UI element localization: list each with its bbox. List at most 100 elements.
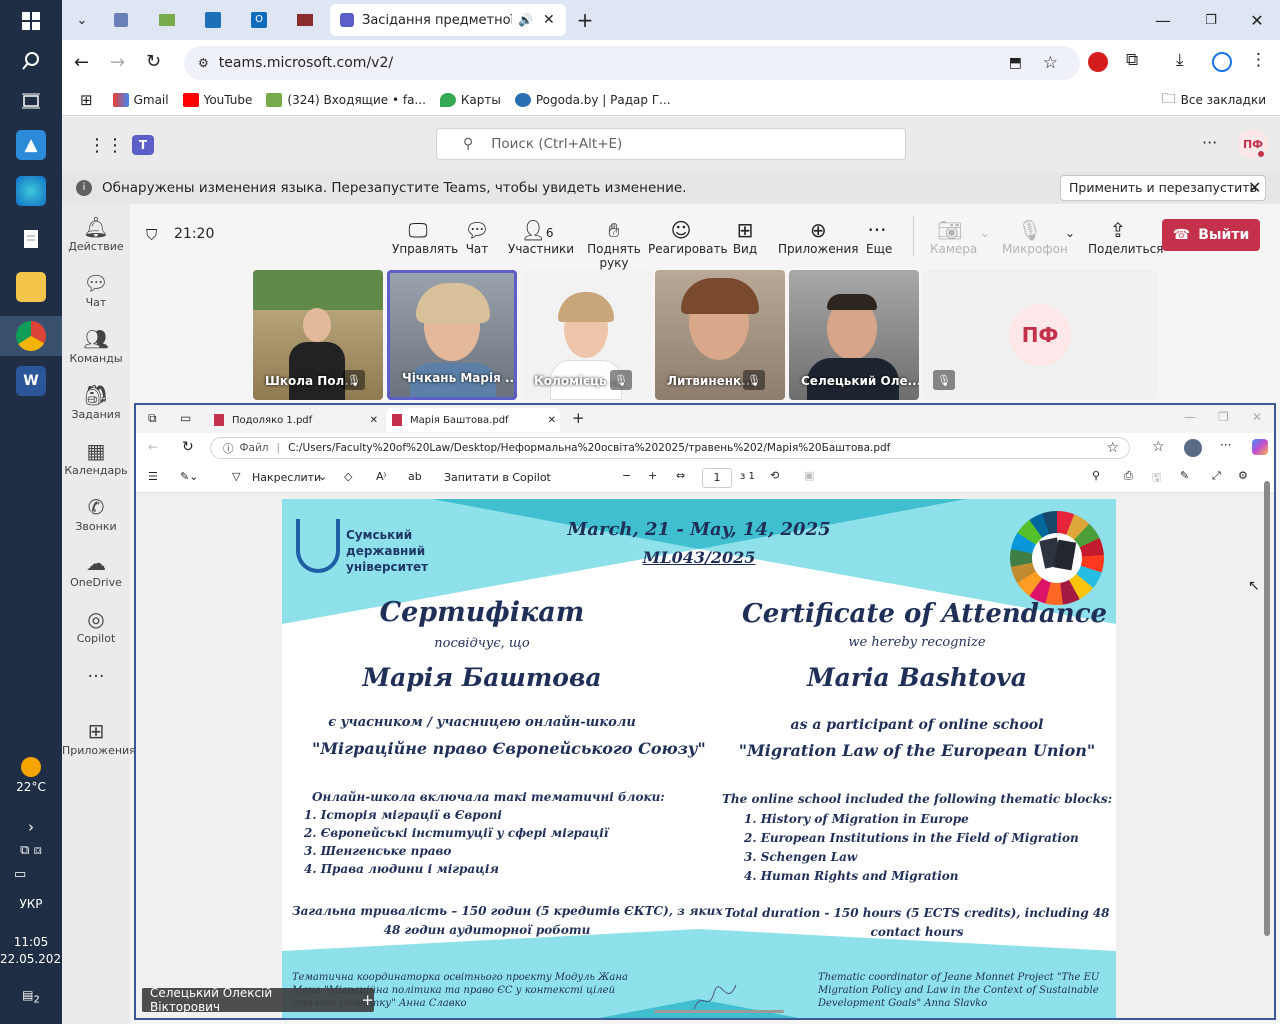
new-tab-button[interactable]: + <box>572 4 598 36</box>
extensions-puzzle-icon[interactable]: ⧉ <box>1126 50 1138 70</box>
bookmark-star-icon[interactable]: ☆ <box>1043 53 1058 73</box>
draw-icon[interactable]: ▽ <box>232 470 240 483</box>
pinned-tab-university-icon[interactable] <box>200 4 226 36</box>
react-button[interactable]: ☺ Реагировать <box>648 218 728 256</box>
rail-item-chat[interactable]: 💬︎ Чат <box>62 270 130 309</box>
manage-button[interactable]: 🖵︎ Управлять <box>392 218 458 256</box>
reload-icon[interactable]: ↻ <box>182 439 194 455</box>
reload-icon[interactable]: ↻ <box>146 51 161 72</box>
bookmark-pogoda[interactable]: Pogoda.by | Радар Г... <box>514 92 671 107</box>
apps-grid-icon[interactable]: ⊞ <box>80 91 93 109</box>
bookmark-maps[interactable]: Карты <box>439 92 501 107</box>
fullscreen-icon[interactable]: ⤢ <box>1212 469 1221 483</box>
rotate-icon[interactable]: ⟲ <box>770 469 779 482</box>
speaker-icon[interactable]: 🔊 <box>518 13 533 27</box>
chevron-right-icon[interactable]: › <box>0 818 62 836</box>
notepad-icon[interactable] <box>16 224 46 254</box>
rail-item-onedrive[interactable]: ☁︎ OneDrive <box>62 550 130 589</box>
settings-gear-icon[interactable]: ⚙ <box>1238 469 1248 482</box>
participant-tile[interactable]: Селецький Оле... <box>789 270 919 400</box>
rail-item-assignments[interactable]: 🎒︎ Задания <box>62 382 130 421</box>
tab-search-chevron-icon[interactable]: ⌄ <box>70 8 94 32</box>
task-view-icon[interactable] <box>16 86 46 116</box>
tab-pdf-podolyako[interactable]: Подоляко 1.pdf ✕ <box>208 408 382 432</box>
menu-kebab-icon[interactable]: ⋮ <box>1250 50 1267 70</box>
participant-tile[interactable]: ПФ 🎙︎ <box>923 270 1157 400</box>
mic-button[interactable]: 🎙︎ Микрофон <box>1002 218 1068 256</box>
read-aloud-icon[interactable]: A⁾ <box>376 470 386 483</box>
back-icon[interactable]: ← <box>74 52 89 73</box>
apps-button[interactable]: ⊕ Приложения <box>778 218 859 256</box>
edge-browser-icon[interactable] <box>16 176 46 206</box>
windows-start-icon[interactable] <box>16 6 46 36</box>
zoom-out-icon[interactable]: − <box>622 469 631 482</box>
close-window-button[interactable]: ✕ <box>1252 410 1262 424</box>
site-info-icon[interactable]: ⚙ <box>198 56 209 70</box>
tab-actions-icon[interactable]: ▭ <box>180 411 191 425</box>
page-number-input[interactable]: 1 <box>702 468 732 488</box>
more-button[interactable]: ··· Еще <box>866 218 892 256</box>
participant-tile-active-speaker[interactable]: Чічкань Марія ... <box>387 270 517 400</box>
minimize-button[interactable]: — <box>1184 410 1196 424</box>
horizontal-scrollbar[interactable] <box>654 1010 784 1013</box>
save-icon[interactable]: 🖫︎ <box>1152 469 1161 488</box>
participant-tile[interactable]: Литвиненк... 🎙︎ <box>655 270 785 400</box>
tab-pdf-bashtova[interactable]: Марія Баштова.pdf ✕ <box>386 408 560 432</box>
rail-item-calendar[interactable]: ▦ Календарь <box>62 438 130 477</box>
close-window-button[interactable]: ✕ <box>1244 4 1270 36</box>
pin-icon[interactable]: + <box>361 991 374 1009</box>
camera-chevron-down-icon[interactable]: ⌄ <box>980 226 990 240</box>
save-as-icon[interactable]: ✎ <box>1180 469 1189 482</box>
scrollbar-thumb[interactable] <box>1264 481 1270 936</box>
pinned-tab-mail-icon[interactable] <box>154 4 180 36</box>
zoom-in-icon[interactable]: + <box>648 469 657 482</box>
bookmark-star-icon[interactable]: ☆ <box>1106 440 1119 456</box>
chrome-icon[interactable] <box>16 321 46 351</box>
language-indicator[interactable]: УКР <box>0 897 62 911</box>
participants-button[interactable]: 👤︎6 Участники <box>508 218 574 256</box>
pinned-tab-icon[interactable] <box>108 4 134 36</box>
profile-icon[interactable] <box>1212 52 1232 72</box>
ask-copilot-button[interactable]: Запитати в Copilot <box>444 471 551 484</box>
highlight-icon[interactable]: ✎⌄ <box>180 470 198 483</box>
minimize-button[interactable]: — <box>1150 4 1176 36</box>
tab-teams-meeting[interactable]: Засідання предметної ком 🔊 ✕ <box>330 4 566 36</box>
rail-item-teams[interactable]: 👥︎ Команды <box>62 326 130 365</box>
rail-item-apps[interactable]: ⊞ Приложения <box>62 718 136 757</box>
draw-button[interactable]: Накреслити <box>252 471 321 484</box>
bookmark-youtube[interactable]: YouTube <box>182 92 252 107</box>
close-icon[interactable]: ✕ <box>1248 178 1261 197</box>
extension-red-icon[interactable] <box>1088 52 1108 72</box>
rail-item-activity[interactable]: 🔔︎ Действие <box>62 214 130 253</box>
workspaces-icon[interactable]: ⧉ <box>148 411 157 426</box>
eraser-icon[interactable]: ◇ <box>344 470 352 483</box>
draw-chevron-icon[interactable]: ⌄ <box>318 470 327 483</box>
favorites-icon[interactable]: ☆ <box>1152 439 1165 455</box>
photos-app-icon[interactable]: ▲ <box>16 130 46 160</box>
pinned-tab-outlook-icon[interactable]: O <box>246 4 272 36</box>
rail-more-icon[interactable]: ··· <box>62 666 130 687</box>
notification-icon[interactable]: ▤2 <box>0 988 62 1005</box>
forward-icon[interactable]: → <box>110 52 125 73</box>
restore-button[interactable]: ❐ <box>1218 410 1229 424</box>
word-icon[interactable]: W <box>16 366 46 396</box>
print-icon[interactable]: ⎙ <box>1124 469 1133 483</box>
fit-page-icon[interactable]: ⇔ <box>676 469 685 482</box>
pdf-address-bar[interactable]: ⓘ Файл | C:/Users/Faculty%20of%20Law/Des… <box>210 437 1130 459</box>
tray-icons[interactable]: ⧉ ⧈ <box>0 843 62 858</box>
clock-time[interactable]: 11:05 <box>0 935 62 949</box>
restore-button[interactable]: ❐ <box>1198 4 1224 36</box>
participant-tile[interactable]: Школа Пол... 🎙︎ <box>253 270 383 400</box>
raise-hand-button[interactable]: ✋︎ Поднять руку <box>572 218 656 270</box>
page-view-icon[interactable]: ▣ <box>804 469 814 482</box>
chat-button[interactable]: 💬︎ Чат <box>460 218 494 256</box>
translate-icon[interactable]: ab <box>408 470 422 483</box>
address-bar[interactable]: ⚙ teams.microsoft.com/v2/ ⬒ ☆ <box>184 46 1080 80</box>
profile-icon[interactable] <box>1184 439 1202 457</box>
tab-close-icon[interactable]: ✕ <box>548 415 556 426</box>
view-button[interactable]: ⊞ Вид <box>730 218 760 256</box>
pinned-tab-course-icon[interactable] <box>292 4 318 36</box>
all-bookmarks-button[interactable]: 🗀 Все закладки <box>1162 88 1266 112</box>
vertical-scrollbar[interactable] <box>1263 463 1271 1018</box>
search-icon[interactable] <box>16 46 46 76</box>
